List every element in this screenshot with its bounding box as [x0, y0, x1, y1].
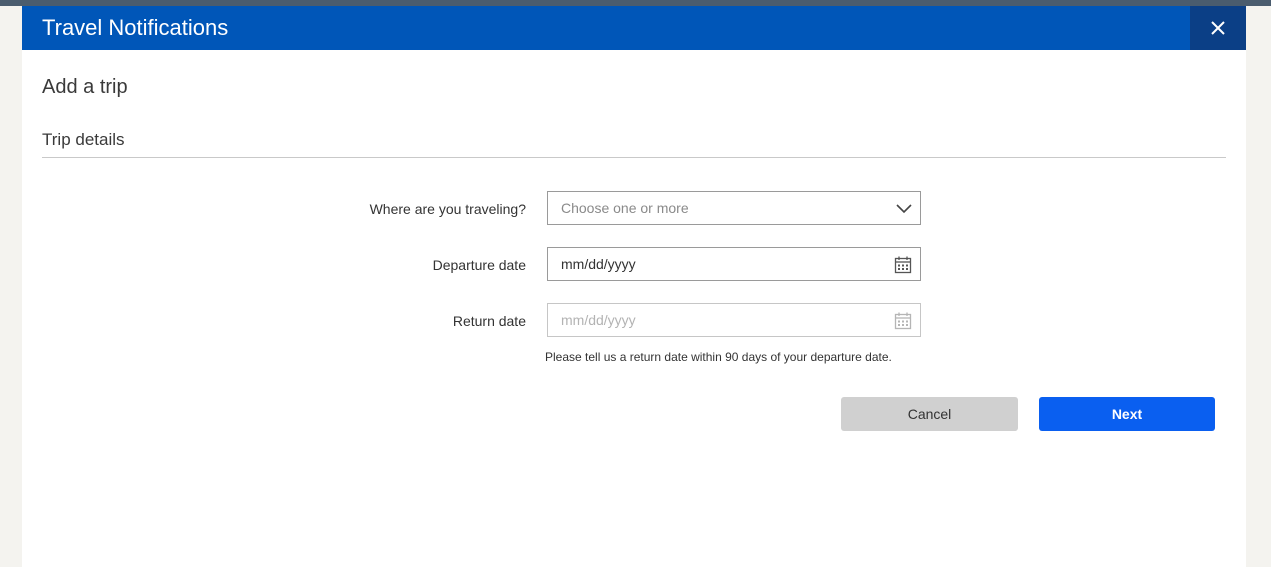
cancel-button[interactable]: Cancel [841, 397, 1018, 431]
return-date-hint: Please tell us a return date within 90 d… [545, 350, 892, 364]
destination-select[interactable]: Choose one or more [547, 191, 921, 225]
close-button[interactable] [1190, 6, 1246, 50]
section-title: Trip details [42, 130, 125, 149]
page-title: Add a trip [42, 76, 128, 98]
departure-date-label: Departure date [432, 257, 526, 273]
dialog-header: Travel Notifications [22, 6, 1246, 50]
return-date-label: Return date [452, 313, 526, 329]
next-button[interactable]: Next [1039, 397, 1215, 431]
destination-placeholder: Choose one or more [561, 200, 689, 216]
destination-label: Where are you traveling? [369, 201, 526, 217]
calendar-icon[interactable] [894, 256, 912, 274]
travel-notifications-dialog: Travel Notifications Add a trip Trip det… [22, 6, 1246, 567]
dialog-title: Travel Notifications [42, 15, 229, 40]
calendar-icon[interactable] [894, 312, 912, 330]
close-icon [1211, 21, 1225, 35]
chevron-down-icon [896, 204, 912, 214]
departure-date-input[interactable]: mm/dd/yyyy [547, 247, 921, 281]
section-divider [42, 157, 1226, 158]
return-date-input[interactable]: mm/dd/yyyy [547, 303, 921, 337]
departure-date-value: mm/dd/yyyy [561, 256, 636, 272]
return-date-placeholder: mm/dd/yyyy [561, 312, 636, 328]
